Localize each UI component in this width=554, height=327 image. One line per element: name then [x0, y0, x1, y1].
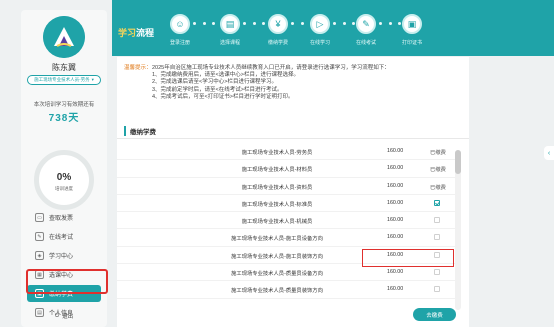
table-row: 施工现场专业技术人员-机械员 160.00: [117, 212, 457, 230]
sidebar-menu: ▭ 查取发票 ✎ 在线考试 ◈ 学习中心 ▦ 选课中心 ▣ 缴纳学费 ▤ 个人信息: [21, 209, 107, 323]
select-checkbox[interactable]: [434, 234, 440, 241]
course-name: 施工现场专业技术人员-施工员装饰方向: [231, 253, 323, 260]
fee-table: 施工现场专业技术人员-劳务员 160.00 已缴费 施工现场专业技术人员-材料员 160…: [117, 143, 457, 299]
certificate-icon: ▣: [402, 14, 422, 34]
course-price: 160.00: [387, 269, 404, 276]
step-label: 在线考试: [355, 40, 376, 46]
user-icon: ☺: [170, 14, 190, 34]
notice-label: 温馨提示：: [124, 65, 152, 71]
course-name: 施工现场专业技术人员-资料员: [241, 184, 313, 191]
course-price: 160.00: [387, 182, 404, 189]
logout-label: 退出: [62, 314, 74, 320]
role-select-value: 施工现场专业技术人员-劳务: [34, 77, 90, 82]
select-checkbox[interactable]: [434, 217, 440, 224]
course-name: 施工现场专业技术人员-材料员: [241, 167, 313, 174]
course-name: 施工现场专业技术人员-质量员设备方向: [231, 271, 323, 278]
step-2: ▤ 选择课程: [210, 14, 250, 46]
table-row: 施工现场专业技术人员-资料员 160.00 已缴费: [117, 178, 457, 195]
course-price: 160.00: [387, 217, 404, 224]
chevron-left-icon[interactable]: ‹: [544, 146, 554, 160]
course-name: 施工现场专业技术人员-标准员: [241, 201, 313, 208]
exam-icon: ✎: [356, 14, 376, 34]
step-1: ☺ 登录注册: [160, 14, 200, 46]
table-row: 施工现场专业技术人员-施工员设备方向 160.00: [117, 229, 457, 247]
notice-line: 4、完成考试后，可至<打印证书>栏目进行学时证明打印。: [152, 93, 294, 100]
progress-ring: 0% 培训进度: [34, 150, 94, 210]
pay-button[interactable]: 去缴费: [413, 308, 456, 321]
step-6: ▣ 打印证书: [392, 14, 432, 46]
notice-body: 2025年自治区施工现场专业技术人员继续教育入口已开启，请登录进行选课学习，学习…: [152, 65, 464, 101]
select-checkbox[interactable]: [434, 286, 440, 293]
process-title-rest: 流程: [136, 28, 155, 38]
invoice-icon: ▭: [35, 213, 44, 222]
money-icon: ¥: [268, 14, 288, 34]
process-title-hi: 学习: [118, 28, 137, 38]
course-name: 施工现场专业技术人员-质量员装饰方向: [231, 288, 323, 295]
step-label: 登录注册: [169, 40, 190, 46]
select-checkbox[interactable]: [434, 269, 440, 276]
course-name: 施工现场专业技术人员-施工员设备方向: [231, 236, 323, 243]
progress-label: 培训进度: [55, 186, 73, 191]
step-label: 在线学习: [309, 40, 330, 46]
logout-button[interactable]: ⏻ 退出: [21, 312, 107, 321]
sidebar-item-3[interactable]: ◈ 学习中心: [21, 247, 107, 264]
menu-highlight-box: [26, 269, 108, 294]
sidebar-item-label: 在线考试: [49, 235, 74, 241]
logo-icon: [43, 16, 85, 58]
main-panel: 温馨提示： 2025年自治区施工现场专业技术人员继续教育入口已开启，请登录进行选…: [117, 57, 469, 327]
row-highlight-box: [362, 249, 454, 267]
notice-line: 3、完成前定学时后，请至<在线考试>栏目进行考试。: [152, 86, 283, 93]
sidebar-item-1[interactable]: ▭ 查取发票: [21, 209, 107, 226]
table-row: 施工现场专业技术人员-劳务员 160.00 已缴费: [117, 143, 457, 161]
process-title: 学习流程: [118, 26, 154, 39]
sidebar-item-label: 查取发票: [49, 216, 74, 222]
step-label: 选择课程: [219, 40, 240, 46]
course-price: 160.00: [387, 286, 404, 293]
divider: [117, 138, 469, 139]
course-price: 160.00: [387, 165, 404, 172]
course-name: 施工现场专业技术人员-机械员: [241, 219, 313, 226]
process-steps: ☺ 登录注册 ▤ 选择课程 ¥ 缴纳学费 ▷ 在线学习 ✎ 在线考试 ▣ 打印证书: [160, 14, 450, 52]
select-checkbox[interactable]: [434, 199, 440, 206]
step-4: ▷ 在线学习: [300, 14, 340, 46]
play-icon: ▷: [310, 14, 330, 34]
table-row: 施工现场专业技术人员-材料员 160.00 已缴费: [117, 160, 457, 178]
table-row: 施工现场专业技术人员-质量员装饰方向 160.00: [117, 281, 457, 299]
paid-status: 已缴费: [430, 150, 446, 156]
validity-label: 本次培训学习有效期还有: [33, 102, 95, 108]
power-icon: ⏻: [54, 312, 60, 319]
table-row: 施工现场专业技术人员-标准员 160.00: [117, 195, 457, 213]
step-label: 打印证书: [401, 40, 422, 46]
chevron-down-icon: ▾: [91, 77, 94, 82]
step-5: ✎ 在线考试: [346, 14, 386, 46]
course-name: 施工现场专业技术人员-劳务员: [241, 150, 313, 156]
step-label: 缴纳学费: [267, 40, 288, 46]
validity-days: 738天: [48, 113, 80, 124]
course-price: 160.00: [387, 148, 404, 154]
scrollbar-thumb[interactable]: [455, 150, 461, 174]
book-icon: ▤: [220, 14, 240, 34]
progress-value: 0%: [56, 172, 72, 183]
step-3: ¥ 缴纳学费: [258, 14, 298, 46]
paid-status: 已缴费: [430, 184, 446, 191]
notice-line: 2、完成选课后请至<学习中心>栏目进行课程学习。: [152, 79, 277, 86]
exam-icon: ✎: [35, 232, 44, 241]
course-price: 160.00: [387, 199, 404, 206]
scrollbar[interactable]: [455, 150, 461, 310]
role-select[interactable]: 施工现场专业技术人员-劳务 ▾: [27, 75, 101, 85]
username: 陈东翼: [52, 63, 76, 72]
avatar: [43, 16, 85, 58]
study-icon: ◈: [35, 251, 44, 260]
sidebar-item-label: 学习中心: [49, 254, 74, 260]
sidebar-item-2[interactable]: ✎ 在线考试: [21, 228, 107, 245]
paid-status: 已缴费: [430, 167, 446, 174]
section-title: 缴纳学费: [124, 126, 156, 136]
course-price: 160.00: [387, 234, 404, 241]
